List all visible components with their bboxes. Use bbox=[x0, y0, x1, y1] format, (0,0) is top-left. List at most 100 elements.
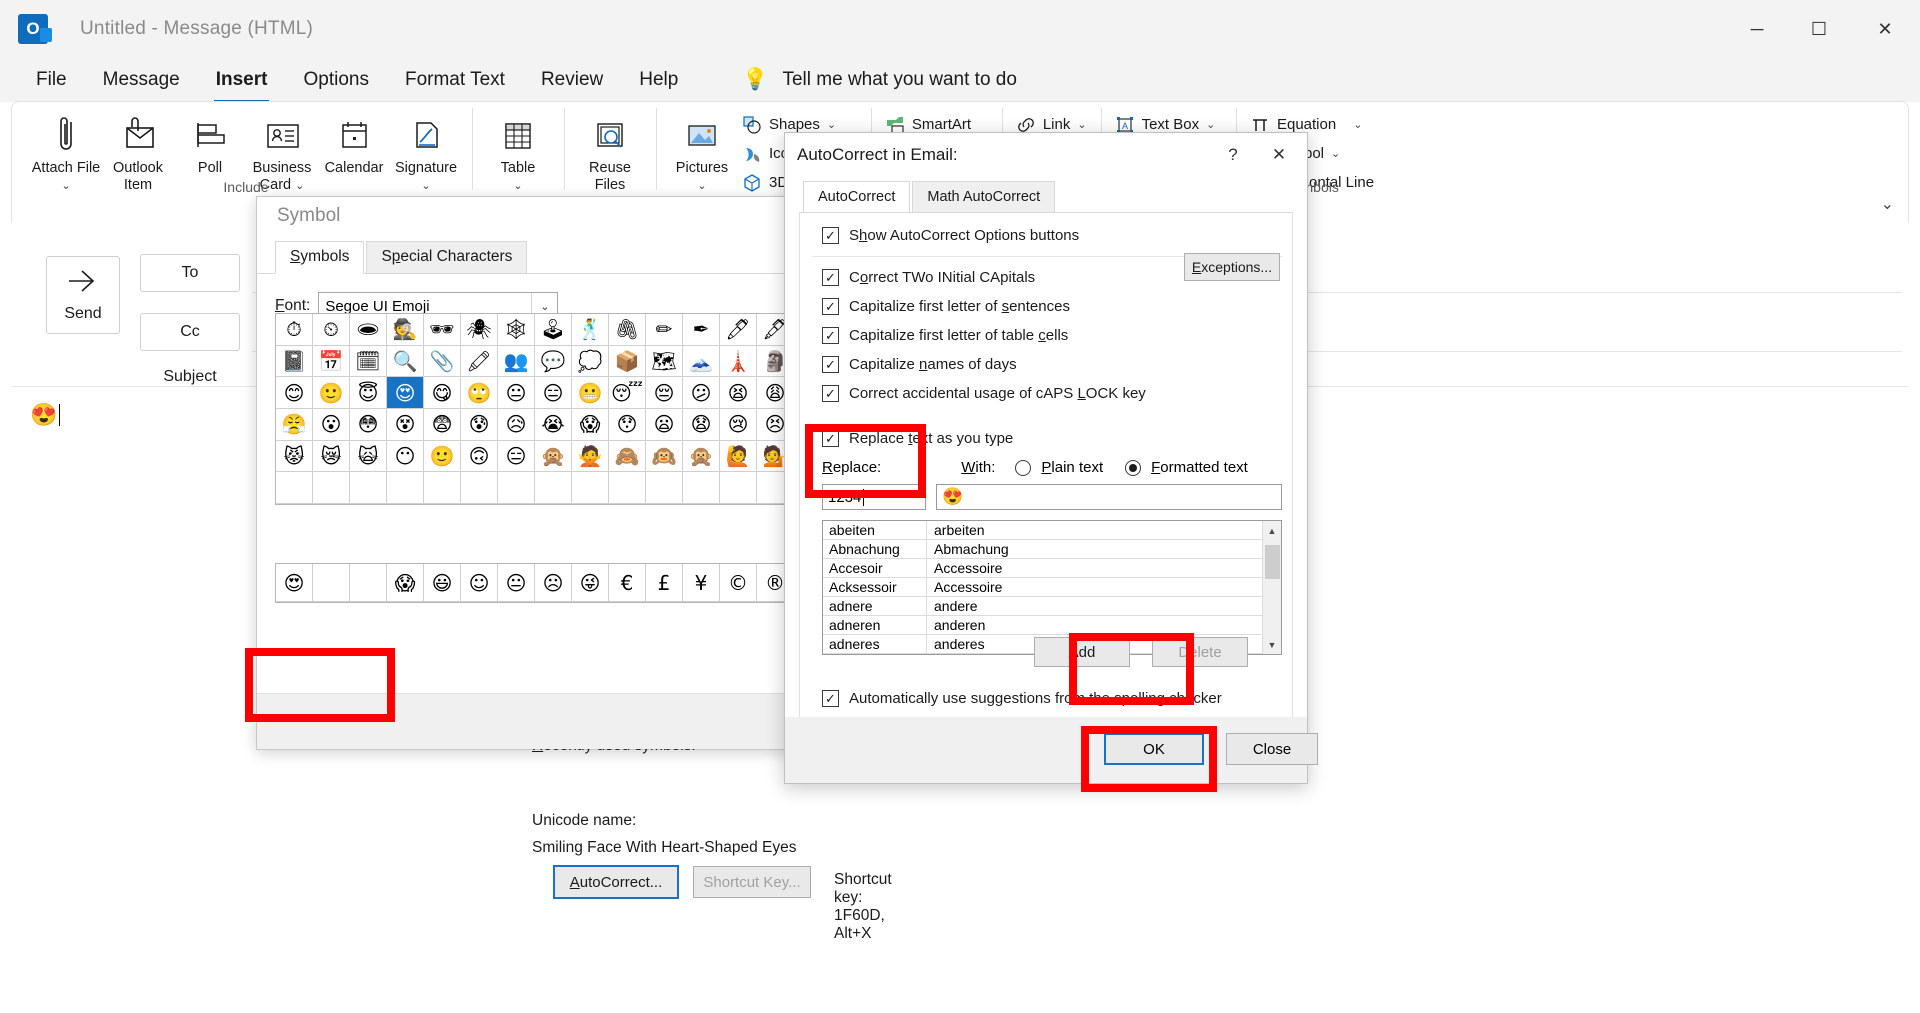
tab-file[interactable]: File bbox=[18, 65, 85, 95]
symbol-cell[interactable]: 🗺 bbox=[646, 346, 683, 378]
chevron-down-icon[interactable]: ⌄ bbox=[1077, 118, 1086, 131]
symbol-cell[interactable] bbox=[720, 472, 757, 504]
recent-symbol-cell[interactable]: £ bbox=[646, 564, 683, 602]
tell-me-box[interactable]: 💡 Tell me what you want to do bbox=[742, 68, 1017, 92]
symbol-cell[interactable]: 😶 bbox=[387, 441, 424, 473]
checkbox-icon[interactable]: ✓ bbox=[822, 298, 839, 315]
symbol-cell[interactable]: 😑 bbox=[498, 441, 535, 473]
symbol-cell[interactable]: 🕵 bbox=[387, 314, 424, 346]
symbol-cell[interactable]: 🙈 bbox=[609, 441, 646, 473]
checkbox-icon[interactable]: ✓ bbox=[822, 356, 839, 373]
symbol-cell[interactable] bbox=[535, 472, 572, 504]
symbol-cell[interactable]: 😕 bbox=[683, 377, 720, 409]
tab-options[interactable]: Options bbox=[285, 65, 386, 95]
chevron-down-icon[interactable]: ⌄ bbox=[1206, 118, 1215, 131]
table-row[interactable]: AcksessoirAccessoire bbox=[823, 578, 1281, 597]
symbol-cell[interactable]: 📦 bbox=[609, 346, 646, 378]
symbol-cell[interactable] bbox=[498, 472, 535, 504]
checkbox-replace-text-as-you-type[interactable]: ✓ Replace text as you type bbox=[822, 430, 1282, 447]
ok-button[interactable]: OK bbox=[1104, 733, 1204, 765]
symbol-cell[interactable] bbox=[350, 472, 387, 504]
table-row[interactable]: adnereandere bbox=[823, 597, 1281, 616]
recent-symbol-cell[interactable]: 😍 bbox=[276, 564, 313, 602]
symbol-cell[interactable] bbox=[683, 472, 720, 504]
checkbox-capitalize-names-of-days[interactable]: ✓ Capitalize names of days bbox=[822, 356, 1282, 373]
checkbox-correct-caps-lock[interactable]: ✓ Correct accidental usage of cAPS LOCK … bbox=[822, 385, 1282, 402]
symbol-cell[interactable]: 🙃 bbox=[461, 441, 498, 473]
symbol-cell[interactable]: 🗻 bbox=[683, 346, 720, 378]
recent-symbol-cell[interactable]: € bbox=[609, 564, 646, 602]
tab-insert[interactable]: Insert bbox=[198, 65, 286, 95]
symbol-cell[interactable] bbox=[461, 472, 498, 504]
symbol-cell[interactable]: 📅 bbox=[313, 346, 350, 378]
symbol-cell[interactable]: ✏ bbox=[646, 314, 683, 346]
symbol-cell[interactable]: 😬 bbox=[572, 377, 609, 409]
symbol-cell[interactable]: 📎 bbox=[424, 346, 461, 378]
symbol-cell[interactable] bbox=[387, 472, 424, 504]
symbol-cell[interactable]: 😫 bbox=[720, 377, 757, 409]
recent-symbol-cell[interactable]: 😱 bbox=[387, 564, 424, 602]
symbol-cell[interactable]: 🙋 bbox=[720, 441, 757, 473]
shortcut-key-button[interactable]: Shortcut Key... bbox=[693, 866, 811, 898]
symbol-cell[interactable]: 😑 bbox=[535, 377, 572, 409]
tab-review[interactable]: Review bbox=[523, 65, 621, 95]
symbol-cell[interactable] bbox=[313, 472, 350, 504]
recent-symbol-cell[interactable]: ¥ bbox=[683, 564, 720, 602]
symbol-cell[interactable]: 😢 bbox=[720, 409, 757, 441]
table-row[interactable]: AccesoirAccessoire bbox=[823, 559, 1281, 578]
symbol-cell[interactable] bbox=[572, 472, 609, 504]
tab-symbols[interactable]: Symbols bbox=[275, 241, 364, 274]
symbol-cell[interactable]: 😴 bbox=[609, 377, 646, 409]
checkbox-icon[interactable]: ✓ bbox=[822, 690, 839, 707]
scroll-down-icon[interactable]: ▼ bbox=[1263, 635, 1281, 654]
symbol-cell[interactable]: 😔 bbox=[646, 377, 683, 409]
symbol-cell[interactable]: 👥 bbox=[498, 346, 535, 378]
symbol-cell[interactable]: 🕳 bbox=[350, 314, 387, 346]
symbol-cell[interactable]: 😤 bbox=[276, 409, 313, 441]
autocorrect-button[interactable]: AutoCorrect... bbox=[553, 865, 679, 899]
recent-symbol-cell[interactable] bbox=[350, 564, 387, 602]
radio-plain-text[interactable] bbox=[1015, 460, 1031, 476]
symbol-cell[interactable]: 😨 bbox=[424, 409, 461, 441]
chevron-down-icon[interactable]: ⌄ bbox=[1353, 118, 1362, 131]
recent-symbol-cell[interactable]: ☺ bbox=[461, 564, 498, 602]
checkbox-capitalize-first-letter-table-cells[interactable]: ✓ Capitalize first letter of table cells bbox=[822, 327, 1282, 344]
symbol-cell[interactable]: 💬 bbox=[535, 346, 572, 378]
replace-input[interactable]: 1234 bbox=[822, 484, 926, 510]
table-row[interactable]: abeitenarbeiten bbox=[823, 521, 1281, 540]
symbol-cell[interactable]: 🕹 bbox=[535, 314, 572, 346]
help-icon[interactable]: ? bbox=[1215, 138, 1251, 172]
checkbox-icon[interactable]: ✓ bbox=[822, 227, 839, 244]
symbol-cell[interactable]: 🕶 bbox=[424, 314, 461, 346]
symbol-cell[interactable] bbox=[609, 472, 646, 504]
checkbox-icon[interactable]: ✓ bbox=[822, 327, 839, 344]
symbol-cell[interactable]: 😱 bbox=[572, 409, 609, 441]
symbol-cell[interactable]: 😿 bbox=[313, 441, 350, 473]
tab-special-characters[interactable]: Special Characters bbox=[366, 241, 527, 273]
checkbox-icon[interactable]: ✓ bbox=[822, 269, 839, 286]
symbol-cell[interactable]: 🙅 bbox=[572, 441, 609, 473]
symbol-cell[interactable]: 😧 bbox=[683, 409, 720, 441]
symbol-cell[interactable]: 🙄 bbox=[461, 377, 498, 409]
tab-help[interactable]: Help bbox=[621, 65, 696, 95]
close-button[interactable]: ✕ bbox=[1850, 0, 1920, 58]
add-button[interactable]: Add bbox=[1034, 637, 1130, 667]
symbol-cell[interactable]: 🙊 bbox=[683, 441, 720, 473]
scroll-up-icon[interactable]: ▲ bbox=[1263, 521, 1281, 540]
symbol-cell[interactable]: 😭 bbox=[535, 409, 572, 441]
symbol-cell[interactable]: 🖊 bbox=[720, 314, 757, 346]
autocorrect-entries-table[interactable]: abeitenarbeiten AbnachungAbmachung Acces… bbox=[822, 520, 1282, 655]
checkbox-icon[interactable]: ✓ bbox=[822, 385, 839, 402]
table-button[interactable]: Table ⌄ bbox=[482, 106, 554, 196]
with-input[interactable]: 😍 bbox=[936, 484, 1282, 510]
symbol-cell[interactable]: 🗓 bbox=[350, 346, 387, 378]
send-button[interactable]: Send bbox=[46, 256, 120, 334]
symbol-cell[interactable]: 😮 bbox=[313, 409, 350, 441]
tab-math-autocorrect[interactable]: Math AutoCorrect bbox=[912, 181, 1055, 212]
symbol-cell[interactable]: 😦 bbox=[646, 409, 683, 441]
recent-symbol-cell[interactable]: 😃 bbox=[424, 564, 461, 602]
recent-symbol-cell[interactable]: © bbox=[720, 564, 757, 602]
table-scrollbar[interactable]: ▲ ▼ bbox=[1262, 521, 1281, 654]
chevron-down-icon[interactable]: ⌄ bbox=[697, 180, 706, 192]
symbol-cell[interactable]: 💭 bbox=[572, 346, 609, 378]
